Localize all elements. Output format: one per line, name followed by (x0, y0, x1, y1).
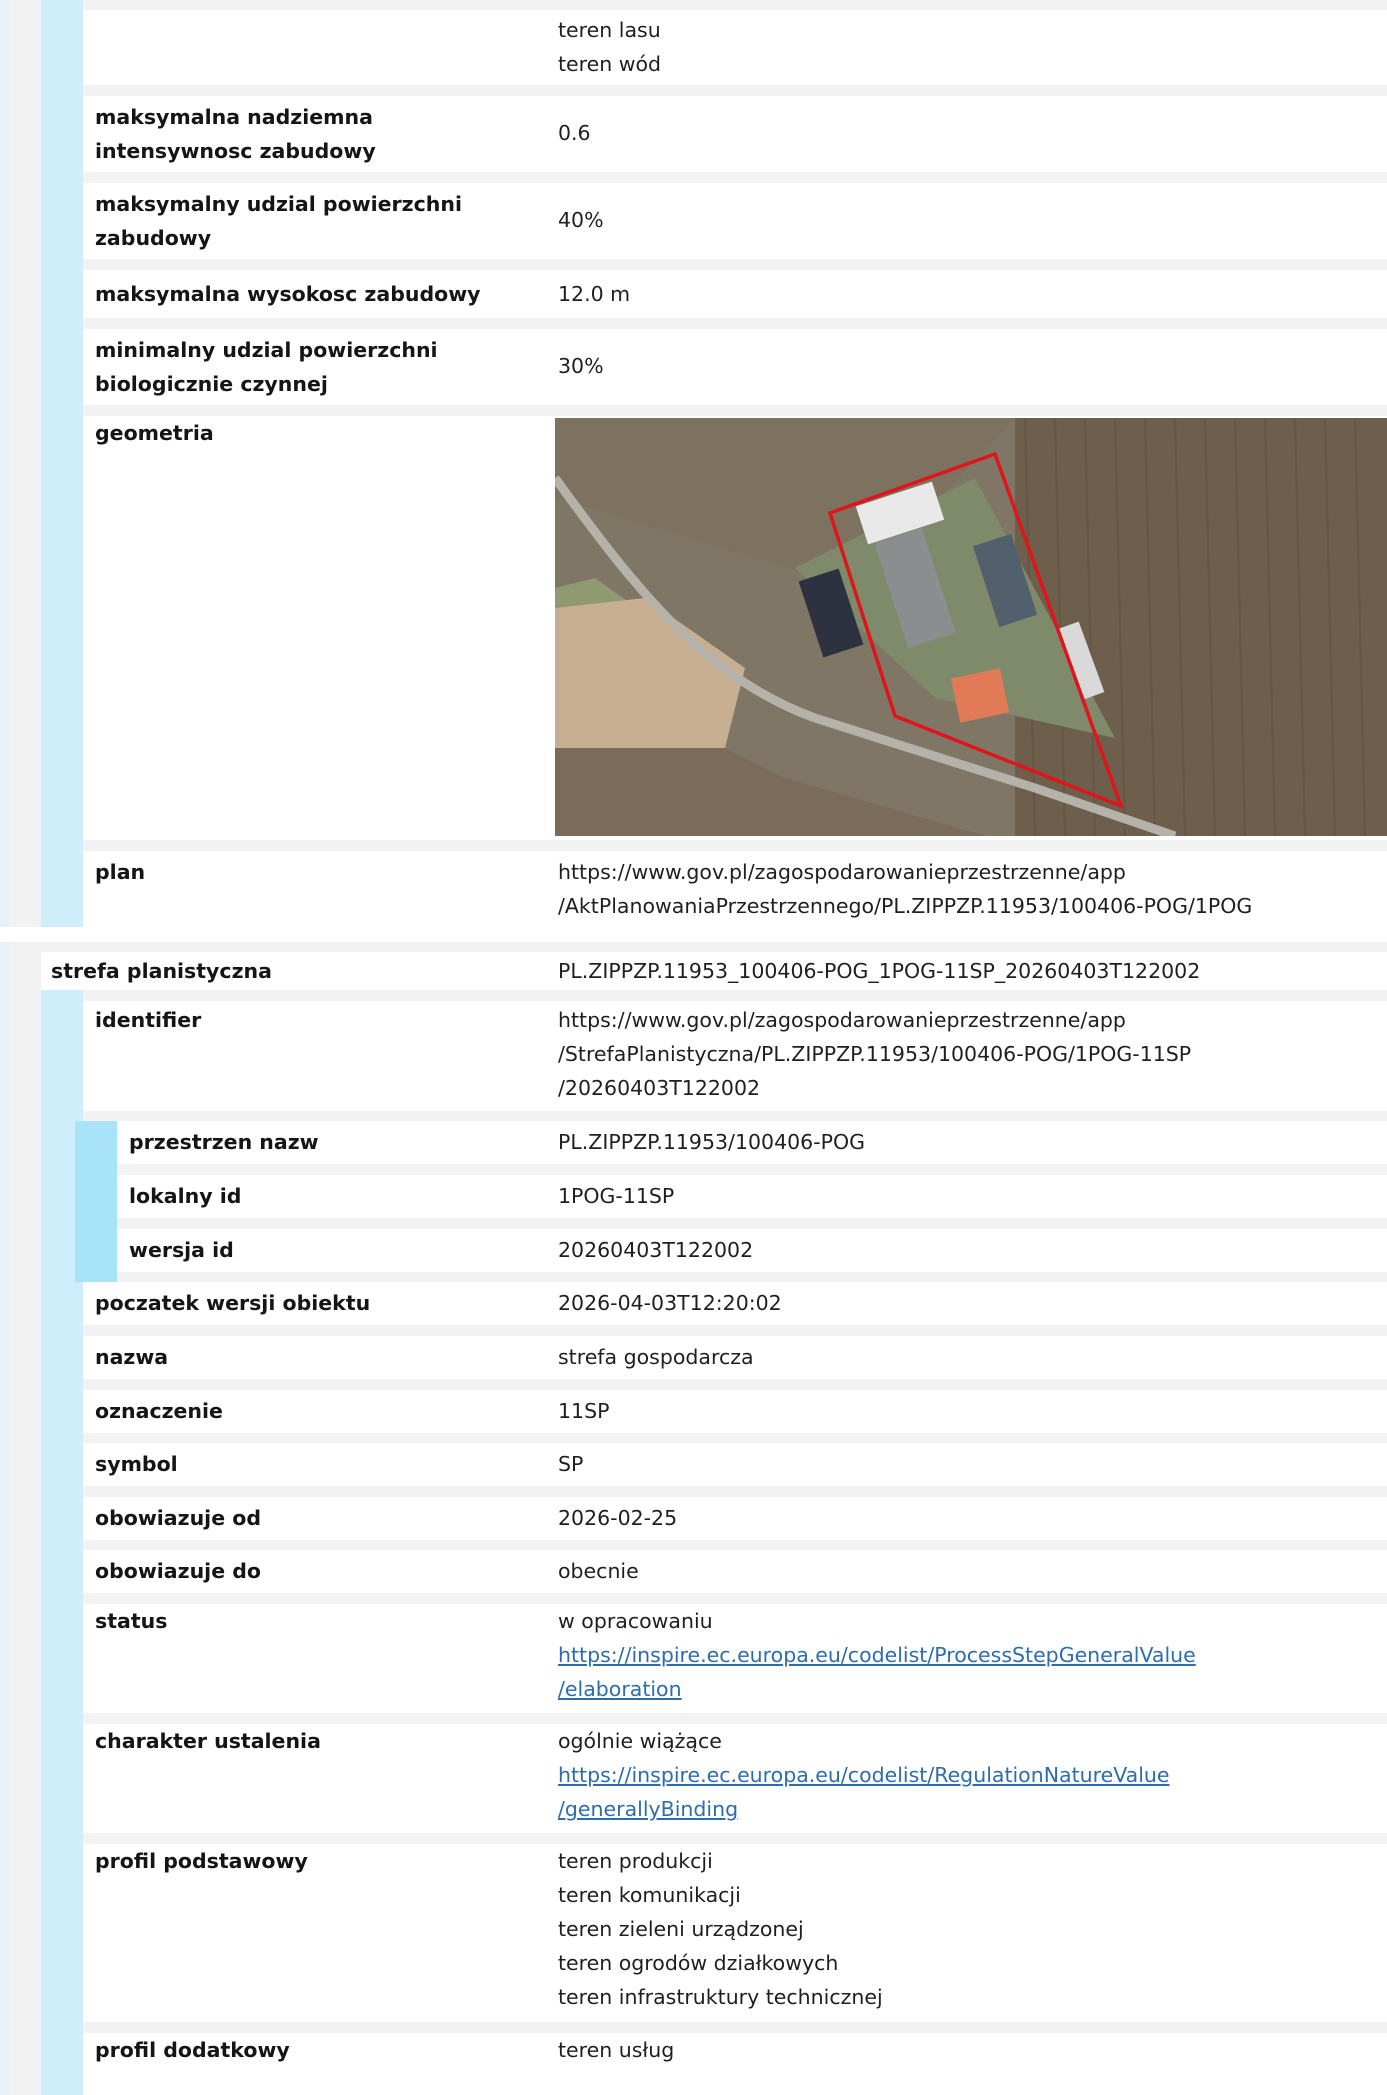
geometry-map[interactable] (555, 418, 1387, 836)
attribute-label: geometria (95, 421, 214, 445)
attribute-value: https://www.gov.pl/zagospodarowanieprzes… (558, 860, 1253, 918)
attribute-value: 0.6 (558, 121, 591, 145)
attribute-label: przestrzen nazw (129, 1130, 319, 1154)
attribute-label: oznaczenie (95, 1399, 223, 1423)
attribute-label: minimalny udzial powierzchni biologiczni… (95, 338, 438, 396)
attribute-label: poczatek wersji obiektu (95, 1291, 371, 1315)
attribute-row-valid-from: obowiazuje od 2026-02-25 (83, 1497, 1387, 1540)
attribute-row-valid-to: obowiazuje do obecnie (83, 1550, 1387, 1593)
attribute-row-designation: oznaczenie 11SP (83, 1390, 1387, 1433)
attribute-row-max-height: maksymalna wysokosc zabudowy 12.0 m (83, 270, 1387, 318)
attribute-label: nazwa (95, 1345, 169, 1369)
attribute-row-identifier: identifier https://www.gov.pl/zagospodar… (83, 1001, 1387, 1111)
attribute-value: 1POG-11SP (558, 1184, 675, 1208)
attribute-row-version-start: poczatek wersji obiektu 2026-04-03T12:20… (83, 1282, 1387, 1325)
zone-section: strefa planistyczna PL.ZIPPZP.11953_1004… (9, 942, 1387, 2095)
attribute-label: profil dodatkowy (95, 2038, 290, 2062)
section-title: strefa planistyczna (51, 959, 272, 983)
attribute-value: 30% (558, 354, 604, 378)
attribute-label: symbol (95, 1452, 178, 1476)
attribute-label: profil podstawowy (95, 1849, 308, 1873)
attribute-row-status: status w opracowaniu https://inspire.ec.… (83, 1604, 1387, 1713)
attribute-row-base-profile: profil podstawowy teren produkcji teren … (83, 1844, 1387, 2022)
attribute-value: teren lasu teren wód (558, 18, 662, 76)
indent-accent (41, 0, 83, 927)
attribute-label: identifier (95, 1008, 202, 1032)
attribute-value: SP (558, 1452, 584, 1476)
attribute-value: w opracowaniu https://inspire.ec.europa.… (558, 1609, 1196, 1701)
section-edge (0, 942, 9, 2095)
attribute-row-local-id: lokalny id 1POG-11SP (117, 1175, 1387, 1218)
attribute-row-version-id: wersja id 20260403T122002 (117, 1229, 1387, 1272)
status-codelist-link[interactable]: https://inspire.ec.europa.eu/codelist/Pr… (558, 1638, 1196, 1701)
attribute-value: 20260403T122002 (558, 1238, 754, 1262)
section-edge (0, 0, 9, 927)
attribute-label: wersja id (129, 1238, 234, 1262)
attribute-row-max-intensity: maksymalna nadziemna intensywnosc zabudo… (83, 96, 1387, 172)
attribute-row-name: nazwa strefa gospodarcza (83, 1336, 1387, 1379)
attribute-label: maksymalna wysokosc zabudowy (95, 282, 481, 306)
attribute-row-symbol: symbol SP (83, 1443, 1387, 1486)
attribute-label: obowiazuje do (95, 1559, 261, 1583)
attribute-value: obecnie (558, 1559, 639, 1583)
attribute-label: maksymalny udzial powierzchni zabudowy (95, 192, 462, 250)
attribute-row-max-built-share: maksymalny udzial powierzchni zabudowy 4… (83, 183, 1387, 259)
attribute-value: PL.ZIPPZP.11953/100406-POG (558, 1130, 865, 1154)
attribute-label: plan (95, 860, 146, 884)
attribute-value: 2026-04-03T12:20:02 (558, 1291, 782, 1315)
attribute-value: 40% (558, 208, 604, 232)
zone-header-row: strefa planistyczna PL.ZIPPZP.11953_1004… (41, 952, 1387, 990)
attribute-row-forbidden-values: teren lasu teren wód (83, 10, 1387, 85)
attribute-value: teren usług (558, 2038, 675, 2062)
regulation-codelist-link[interactable]: https://inspire.ec.europa.eu/codelist/Re… (558, 1758, 1170, 1821)
attribute-label: obowiazuje od (95, 1506, 261, 1530)
attribute-value: https://www.gov.pl/zagospodarowanieprzes… (558, 1008, 1192, 1100)
attribute-label: maksymalna nadziemna intensywnosc zabudo… (95, 105, 376, 163)
attribute-row-namespace: przestrzen nazw PL.ZIPPZP.11953/100406-P… (117, 1121, 1387, 1164)
attribute-value: ogólnie wiążące https://inspire.ec.europ… (558, 1729, 1170, 1821)
attribute-label: lokalny id (129, 1184, 242, 1208)
attribute-label: charakter ustalenia (95, 1729, 321, 1753)
attribute-value: 12.0 m (558, 282, 631, 306)
attribute-row-regulation-nature: charakter ustalenia ogólnie wiążące http… (83, 1724, 1387, 1833)
zone-identifier: PL.ZIPPZP.11953_100406-POG_1POG-11SP_202… (558, 959, 1201, 983)
attribute-row-plan: plan https://www.gov.pl/zagospodarowanie… (83, 851, 1387, 927)
nested-indent-accent (75, 1121, 117, 1282)
attribute-label: status (95, 1609, 168, 1633)
attribute-value: strefa gospodarcza (558, 1345, 754, 1369)
attribute-row-additional-profile: profil dodatkowy teren usług (83, 2033, 1387, 2095)
attribute-value: 11SP (558, 1399, 610, 1423)
attribute-value-list: teren produkcji teren komunikacji teren … (558, 1849, 883, 2009)
attribute-row-min-bio-active: minimalny udzial powierzchni biologiczni… (83, 329, 1387, 405)
attribute-value: 2026-02-25 (558, 1506, 678, 1530)
